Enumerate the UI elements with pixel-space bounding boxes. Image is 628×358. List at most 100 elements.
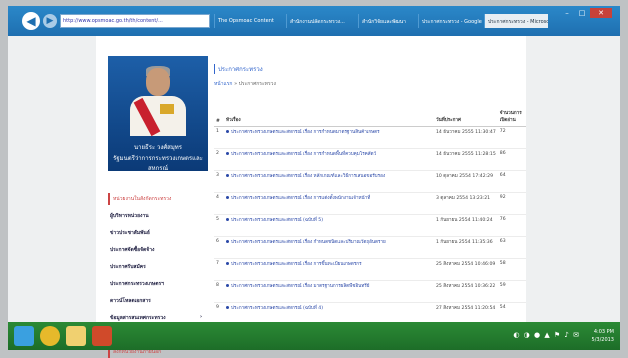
- portrait-face: [146, 68, 170, 96]
- portrait-medals: [160, 104, 174, 114]
- bullet-icon: [226, 261, 229, 265]
- row-date: 10 ตุลาคม 2554 17:42:29: [434, 170, 498, 193]
- row-title-text[interactable]: ประกาศกระทรวงเกษตรและสหกรณ์ เรื่อง การขึ…: [231, 262, 362, 267]
- row-number: 7: [214, 258, 224, 281]
- table-row: 1 ประกาศกระทรวงเกษตรและสหกรณ์ เรื่อง การก…: [214, 126, 526, 149]
- media-icon[interactable]: [92, 326, 112, 346]
- row-date: 1 กันยายน 2554 11:40:24: [434, 214, 498, 237]
- sidebar-item-1[interactable]: ผู้บริหารหน่วยงาน: [108, 205, 208, 222]
- column-num: #: [214, 96, 224, 127]
- row-title-text[interactable]: ประกาศกระทรวงเกษตรและสหกรณ์ (ฉบับที่ 5): [231, 218, 323, 223]
- back-icon[interactable]: ◀: [22, 12, 40, 30]
- sidebar-item-2[interactable]: ข่าวประชาสัมพันธ์: [108, 222, 208, 239]
- row-title-link[interactable]: ประกาศกระทรวงเกษตรและสหกรณ์ เรื่อง การกำ…: [224, 148, 434, 171]
- row-views: 54: [497, 302, 526, 325]
- sidebar-item-7-label: ข้อมูลสารสนเทศกระทรวง: [110, 315, 166, 321]
- taskbar: ◐ ◑ ● ▲ ⚑ ♪ ✉ 4:03 PM 5/3/2013: [8, 322, 620, 350]
- sidebar-menu-title: หน่วยงานในสังกัดกระทรวง: [108, 193, 208, 205]
- row-title-text[interactable]: ประกาศกระทรวงเกษตรและสหกรณ์ เรื่อง หลักเ…: [231, 174, 385, 179]
- table-row: 3 ประกาศกระทรวงเกษตรและสหกรณ์ เรื่อง หลัก…: [214, 170, 526, 193]
- row-title-text[interactable]: ประกาศกระทรวงเกษตรและสหกรณ์ เรื่อง กำหนด…: [231, 240, 386, 245]
- minister-portrait: นายธีระ วงศ์สมุทร รัฐมนตรีว่าการกระทรวงเ…: [108, 56, 208, 172]
- row-title-link[interactable]: ประกาศกระทรวงเกษตรและสหกรณ์ (ฉบับที่ 5): [224, 214, 434, 237]
- folder-icon[interactable]: [66, 326, 86, 346]
- row-date: 3 ตุลาคม 2554 13:23:21: [434, 192, 498, 215]
- address-bar[interactable]: http://www.opsmoac.go.th/th/content/...: [60, 14, 210, 28]
- row-title-text[interactable]: ประกาศกระทรวงเกษตรและสหกรณ์ เรื่อง การแต…: [231, 196, 370, 201]
- bullet-icon: [226, 151, 229, 155]
- clock-date: 5/3/2013: [591, 337, 614, 343]
- portrait-name: นายธีระ วงศ์สมุทร: [134, 144, 182, 151]
- row-title-text[interactable]: ประกาศกระทรวงเกษตรและสหกรณ์ เรื่อง การกำ…: [231, 152, 376, 157]
- portrait-position: รัฐมนตรีว่าการกระทรวงเกษตรและสหกรณ์: [113, 155, 203, 172]
- row-number: 3: [214, 170, 224, 193]
- bullet-icon: [226, 305, 229, 309]
- ie-icon[interactable]: [40, 326, 60, 346]
- row-views: 72: [497, 126, 526, 149]
- row-number: 4: [214, 192, 224, 215]
- web-page: นายธีระ วงศ์สมุทร รัฐมนตรีว่าการกระทรวงเ…: [8, 36, 620, 358]
- row-views: 63: [497, 236, 526, 259]
- breadcrumb: หน้าแรก » ประกาศกระทรวง: [214, 80, 276, 88]
- forward-icon[interactable]: ▶: [43, 14, 57, 28]
- system-tray[interactable]: ◐ ◑ ● ▲ ⚑ ♪ ✉: [513, 331, 580, 339]
- browser-titlebar: ◀ ▶ http://www.opsmoac.go.th/th/content/…: [8, 6, 620, 36]
- row-title-link[interactable]: ประกาศกระทรวงเกษตรและสหกรณ์ (ฉบับที่ 4): [224, 302, 434, 325]
- tab-5[interactable]: ประกาศกระทรวง - Microsoft ...: [484, 14, 548, 28]
- close-button[interactable]: ✕: [590, 8, 612, 18]
- row-date: 25 สิงหาคม 2554 10:46:09: [434, 258, 498, 281]
- screen: ◀ ▶ http://www.opsmoac.go.th/th/content/…: [8, 6, 620, 358]
- row-number: 2: [214, 148, 224, 171]
- tab-2[interactable]: สำนักงานปลัดกระทรวง...: [286, 14, 356, 28]
- table-row: 7 ประกาศกระทรวงเกษตรและสหกรณ์ เรื่อง การข…: [214, 258, 526, 281]
- row-views: 76: [497, 214, 526, 237]
- row-views: 59: [497, 280, 526, 303]
- breadcrumb-current: ประกาศกระทรวง: [238, 81, 276, 87]
- page-title: ประกาศกระทรวง: [214, 64, 263, 74]
- bullet-icon: [226, 239, 229, 243]
- column-views: จำนวนการเปิดอ่าน: [497, 96, 526, 127]
- table-row: 9 ประกาศกระทรวงเกษตรและสหกรณ์ (ฉบับที่ 4)…: [214, 302, 526, 325]
- row-views: 92: [497, 192, 526, 215]
- column-title: หัวเรื่อง: [224, 96, 434, 127]
- row-title-text[interactable]: ประกาศกระทรวงเกษตรและสหกรณ์ เรื่อง การกำ…: [231, 130, 380, 135]
- clock[interactable]: 4:03 PM 5/3/2013: [592, 328, 614, 344]
- tab-3[interactable]: สำนักวิจัยและพัฒนา: [358, 14, 416, 28]
- row-title-link[interactable]: ประกาศกระทรวงเกษตรและสหกรณ์ เรื่อง มาตรฐ…: [224, 280, 434, 303]
- chevron-right-icon: ›: [199, 314, 202, 320]
- row-date: 14 ธันวาคม 2555 11:30:47: [434, 126, 498, 149]
- table-row: 5 ประกาศกระทรวงเกษตรและสหกรณ์ (ฉบับที่ 5)…: [214, 214, 526, 237]
- row-title-link[interactable]: ประกาศกระทรวงเกษตรและสหกรณ์ เรื่อง การแต…: [224, 192, 434, 215]
- breadcrumb-home[interactable]: หน้าแรก: [214, 81, 232, 87]
- row-title-link[interactable]: ประกาศกระทรวงเกษตรและสหกรณ์ เรื่อง การกำ…: [224, 126, 434, 149]
- minimize-button[interactable]: –: [560, 8, 574, 18]
- column-date: วันที่ประกาศ: [434, 96, 498, 127]
- row-number: 5: [214, 214, 224, 237]
- content-area: นายธีระ วงศ์สมุทร รัฐมนตรีว่าการกระทรวงเ…: [96, 36, 526, 358]
- bullet-icon: [226, 173, 229, 177]
- row-title-text[interactable]: ประกาศกระทรวงเกษตรและสหกรณ์ เรื่อง มาตรฐ…: [231, 284, 369, 289]
- row-views: 86: [497, 148, 526, 171]
- table-row: 4 ประกาศกระทรวงเกษตรและสหกรณ์ เรื่อง การแ…: [214, 192, 526, 215]
- row-number: 1: [214, 126, 224, 149]
- maximize-button[interactable]: □: [575, 8, 589, 18]
- clock-time: 4:03 PM: [593, 329, 614, 335]
- row-date: 27 สิงหาคม 2554 11:20:54: [434, 302, 498, 325]
- table-row: 8 ประกาศกระทรวงเกษตรและสหกรณ์ เรื่อง มาตร…: [214, 280, 526, 303]
- row-title-link[interactable]: ประกาศกระทรวงเกษตรและสหกรณ์ เรื่อง หลักเ…: [224, 170, 434, 193]
- sidebar-item-3[interactable]: ประกาศจัดซื้อจัดจ้าง: [108, 239, 208, 256]
- row-number: 9: [214, 302, 224, 325]
- sidebar-item-4[interactable]: ประกาศรับสมัคร: [108, 256, 208, 273]
- tab-1[interactable]: The Opsmoac Content: [214, 14, 284, 28]
- row-title-link[interactable]: ประกาศกระทรวงเกษตรและสหกรณ์ เรื่อง กำหนด…: [224, 236, 434, 259]
- bullet-icon: [226, 129, 229, 133]
- row-title-text[interactable]: ประกาศกระทรวงเกษตรและสหกรณ์ (ฉบับที่ 4): [231, 306, 323, 311]
- start-icon[interactable]: [14, 326, 34, 346]
- sidebar-item-6[interactable]: ดาวน์โหลดเอกสาร: [108, 290, 208, 307]
- row-title-link[interactable]: ประกาศกระทรวงเกษตรและสหกรณ์ เรื่อง การขึ…: [224, 258, 434, 281]
- table-header-row: # หัวเรื่อง วันที่ประกาศ จำนวนการเปิดอ่า…: [214, 96, 526, 127]
- tab-4[interactable]: ประกาศกระทรวง - Google Se...: [418, 14, 482, 28]
- row-date: 25 สิงหาคม 2554 10:36:22: [434, 280, 498, 303]
- bullet-icon: [226, 217, 229, 221]
- sidebar-item-5[interactable]: ประกาศกระทรวงเกษตรฯ: [108, 273, 208, 290]
